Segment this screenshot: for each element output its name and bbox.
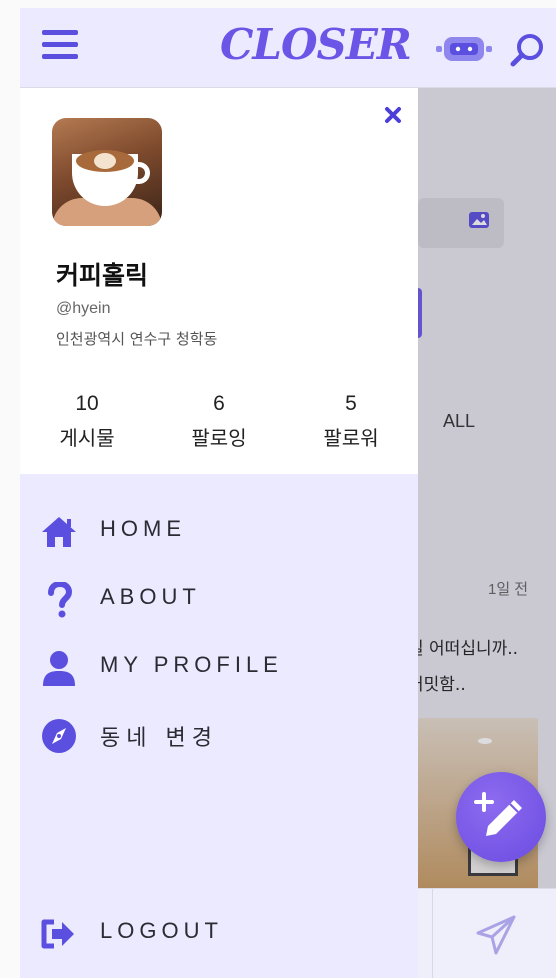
profile-handle: @hyein [56, 300, 111, 317]
stat-posts-label: 게시물 [59, 426, 115, 450]
profile-card: 커피홀릭 @hyein 인천광역시 연수구 청학동 10 게시물 6 팔로잉 5… [20, 88, 418, 474]
app-logo[interactable]: CLOSER [220, 20, 412, 69]
stat-following-label: 팔로잉 [191, 426, 247, 450]
user-icon [43, 651, 75, 686]
device-frame: CLOSER ALL 1일 전 실 어떠십니까.. 커밋함.. 커피홀릭 @hy… [0, 0, 556, 978]
menu-item-profile[interactable]: MY PROFILE [40, 646, 400, 690]
stat-followers[interactable]: 5 팔로워 [296, 392, 406, 451]
profile-name: 커피홀릭 [56, 261, 149, 290]
stat-followers-label: 팔로워 [323, 426, 379, 450]
menu-item-change-neighborhood-label: 동네 변경 [100, 726, 218, 751]
profile-location: 인천광역시 연수구 청학동 [56, 330, 218, 348]
bottom-bar [418, 888, 556, 978]
menu-item-about-label: ABOUT [100, 584, 201, 609]
edit-add-icon [474, 792, 522, 836]
close-icon[interactable] [382, 104, 404, 126]
stat-followers-count: 5 [345, 392, 357, 415]
app-screen: CLOSER ALL 1일 전 실 어떠십니까.. 커밋함.. 커피홀릭 @hy… [20, 8, 556, 978]
menu-item-home[interactable]: HOME [40, 510, 400, 554]
menu-icon[interactable] [42, 30, 78, 64]
stat-posts-count: 10 [75, 392, 99, 415]
logout-icon [41, 919, 74, 949]
stat-following-count: 6 [213, 392, 225, 415]
search-icon[interactable] [508, 30, 548, 70]
stat-posts[interactable]: 10 게시물 [32, 392, 142, 451]
robot-icon[interactable] [436, 34, 492, 64]
menu-item-about[interactable]: ABOUT [40, 578, 400, 622]
write-post-button[interactable] [456, 772, 546, 862]
menu-item-change-neighborhood[interactable]: 동네 변경 [40, 714, 400, 758]
menu-item-profile-label: MY PROFILE [100, 652, 283, 677]
menu-item-home-label: HOME [100, 516, 186, 541]
send-icon[interactable] [474, 913, 518, 957]
drawer-overlay[interactable] [418, 88, 556, 888]
logout-label: LOGOUT [100, 918, 223, 943]
stat-following[interactable]: 6 팔로잉 [164, 392, 274, 451]
compass-icon [42, 719, 76, 753]
question-icon [48, 582, 73, 618]
home-icon [42, 517, 76, 547]
avatar[interactable] [52, 118, 162, 226]
logout-button[interactable]: LOGOUT [40, 912, 400, 956]
side-drawer: 커피홀릭 @hyein 인천광역시 연수구 청학동 10 게시물 6 팔로잉 5… [20, 88, 418, 978]
top-bar: CLOSER [20, 8, 556, 88]
